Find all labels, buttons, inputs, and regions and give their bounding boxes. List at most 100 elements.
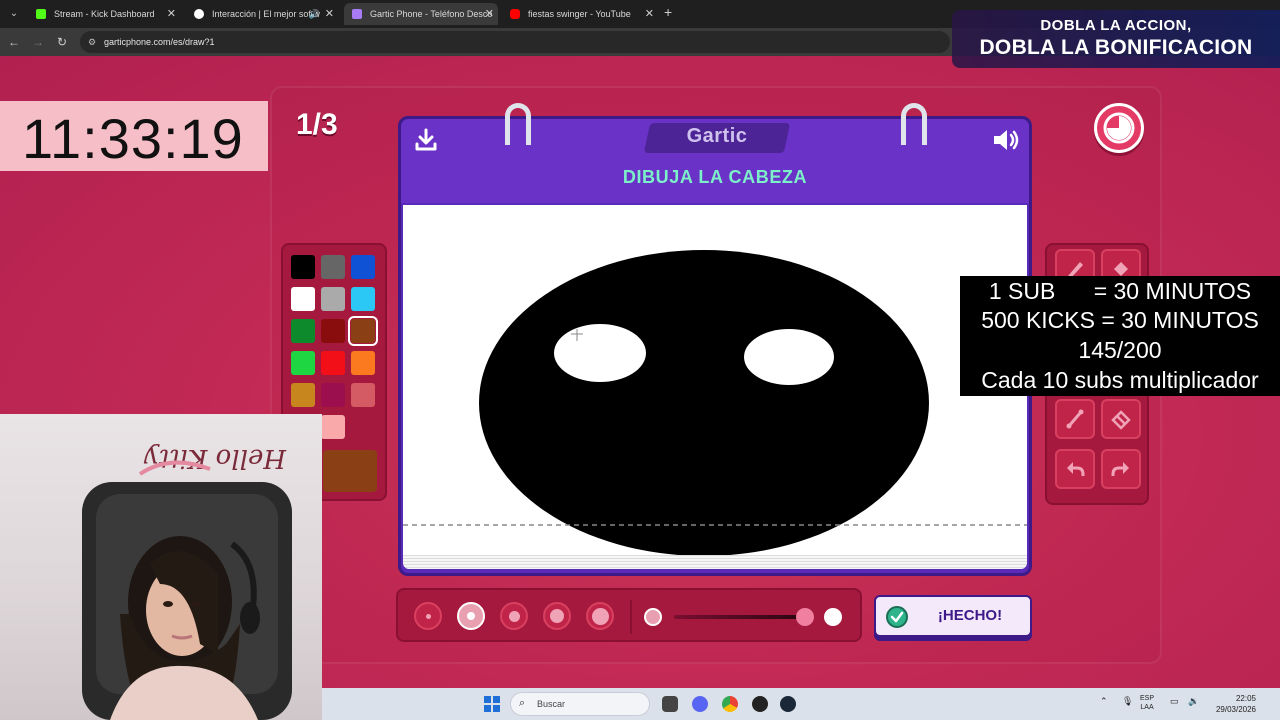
language-indicator[interactable]: ESP LAA (1140, 694, 1154, 712)
tab-kick-dashboard[interactable]: Stream - Kick Dashboard ✕ (28, 3, 180, 25)
tab-search-chevron-icon[interactable]: ⌄ (6, 6, 22, 22)
brush-size-button[interactable] (543, 602, 571, 630)
done-button[interactable]: ¡HECHO! (874, 595, 1032, 637)
windows-start-icon[interactable] (484, 696, 500, 712)
tray-chevron-up-icon[interactable]: ⌃ (1100, 696, 1108, 707)
close-tab-icon[interactable]: ✕ (485, 3, 494, 25)
binder-ring-right (901, 103, 927, 145)
redo-icon (1111, 462, 1129, 476)
brush-size-button[interactable] (586, 602, 614, 630)
color-swatch[interactable] (321, 383, 345, 407)
color-swatch[interactable] (321, 287, 345, 311)
drawing-prompt: DIBUJA LA CABEZA (622, 167, 808, 187)
brush-size-dot (550, 609, 564, 623)
color-swatch[interactable] (348, 316, 378, 346)
goal-line-multiplier: Cada 10 subs multiplicador (981, 367, 1259, 393)
language-line-2: LAA (1140, 704, 1154, 711)
color-swatch[interactable] (351, 287, 375, 311)
brush-size-button[interactable] (500, 602, 528, 630)
taskbar-search[interactable]: ⌕ Buscar (510, 692, 650, 716)
tab-title: Gartic Phone - Teléfono Desco (370, 9, 493, 19)
forward-arrow-icon[interactable]: → (30, 34, 46, 50)
undo-icon (1067, 462, 1085, 476)
gartic-favicon-icon (352, 9, 362, 19)
drawn-right-eye (744, 329, 834, 385)
reload-icon[interactable]: ↻ (54, 34, 70, 50)
volume-icon[interactable]: 🔉 (1188, 696, 1199, 707)
line-icon (1066, 409, 1084, 429)
opacity-slider-thumb[interactable] (796, 608, 814, 626)
youtube-favicon-icon (510, 9, 520, 19)
sub-goal-overlay: 1 SUB = 30 MINUTOS 500 KICKS = 30 MINUTO… (960, 276, 1280, 396)
microphone-icon[interactable]: 🎙 (1122, 696, 1133, 707)
color-swatch[interactable] (291, 383, 315, 407)
card-header: Gartic DIBUJA LA CABEZA (401, 119, 1029, 203)
color-swatch[interactable] (291, 287, 315, 311)
brush-size-dot (591, 607, 609, 625)
windows-taskbar: ⌕ Buscar ⌃ 🎙 ESP LAA ▭ 🔉 22:05 29/03/202… (322, 688, 1280, 720)
system-time: 22:05 (1235, 694, 1256, 703)
opacity-slider[interactable] (674, 615, 804, 619)
system-clock[interactable]: 22:05 29/03/2026 (1208, 693, 1256, 715)
interaccion-favicon-icon (194, 9, 204, 19)
brush-size-dot (508, 610, 520, 622)
tab-interaccion[interactable]: Interacción | El mejor softw 🔊 ✕ (186, 3, 338, 25)
drawing-card: Gartic DIBUJA LA CABEZA (398, 103, 1032, 576)
obs-icon[interactable] (752, 696, 768, 712)
paper-edge (403, 555, 1027, 569)
color-swatch[interactable] (351, 351, 375, 375)
chrome-icon[interactable] (722, 696, 738, 712)
brush-size-dot (425, 613, 431, 619)
new-tab-button[interactable]: + (664, 4, 672, 20)
back-arrow-icon[interactable]: ← (6, 34, 22, 50)
drawn-left-eye (554, 324, 646, 382)
tab-title: Stream - Kick Dashboard (54, 9, 155, 19)
sound-icon[interactable] (991, 127, 1021, 153)
color-swatch[interactable] (321, 319, 345, 343)
opacity-min-swatch (644, 608, 662, 626)
drawn-head (479, 250, 929, 555)
drawing-canvas[interactable] (403, 205, 1027, 555)
color-swatch[interactable] (351, 383, 375, 407)
eraser-icon (1111, 410, 1131, 430)
clock-overlay: 11:33:19 (0, 101, 268, 171)
search-icon: ⌕ (519, 697, 526, 709)
discord-icon[interactable] (692, 696, 708, 712)
timer-icon (1094, 103, 1144, 153)
checkmark-icon (886, 606, 908, 628)
goal-line-kicks: 500 KICKS = 30 MINUTOS (981, 307, 1259, 333)
gartic-logo: Gartic (686, 125, 748, 147)
clock-text: 11:33:19 (22, 107, 244, 170)
system-date: 29/03/2026 (1215, 705, 1256, 714)
eraser-tool[interactable] (1101, 399, 1141, 439)
promo-banner: DOBLA LA ACCION, DOBLA LA BONIFICACION (952, 10, 1280, 68)
undo-button[interactable] (1055, 449, 1095, 489)
close-tab-icon[interactable]: ✕ (167, 3, 176, 25)
url-text[interactable]: garticphone.com/es/draw?1 (104, 31, 215, 53)
file-explorer-icon[interactable] (662, 696, 678, 712)
color-swatch[interactable] (291, 255, 315, 279)
goal-line-progress: 145/200 (1078, 337, 1162, 363)
brush-size-button[interactable] (414, 602, 442, 630)
color-swatch[interactable] (321, 255, 345, 279)
steam-icon[interactable] (780, 696, 796, 712)
brush-toolbar (396, 588, 862, 642)
color-swatch[interactable] (351, 255, 375, 279)
toolbar-divider (630, 600, 632, 634)
close-tab-icon[interactable]: ✕ (645, 3, 654, 25)
redo-button[interactable] (1101, 449, 1141, 489)
brush-size-button[interactable] (457, 602, 485, 630)
tab-youtube[interactable]: fiestas swinger - YouTube ✕ (502, 3, 658, 25)
url-field[interactable]: ⚙ garticphone.com/es/draw?1 (80, 31, 950, 53)
close-tab-icon[interactable]: ✕ (325, 3, 334, 25)
color-swatch[interactable] (321, 351, 345, 375)
color-swatch[interactable] (291, 351, 315, 375)
network-icon[interactable]: ▭ (1170, 696, 1179, 707)
color-swatch[interactable] (321, 415, 345, 439)
download-icon[interactable] (413, 127, 439, 153)
line-tool[interactable] (1055, 399, 1095, 439)
site-info-icon[interactable]: ⚙ (88, 36, 100, 48)
color-swatch[interactable] (291, 319, 315, 343)
tab-gartic-phone[interactable]: Gartic Phone - Teléfono Desco ✕ (344, 3, 498, 25)
tab-audio-icon[interactable]: 🔊 (309, 3, 320, 25)
